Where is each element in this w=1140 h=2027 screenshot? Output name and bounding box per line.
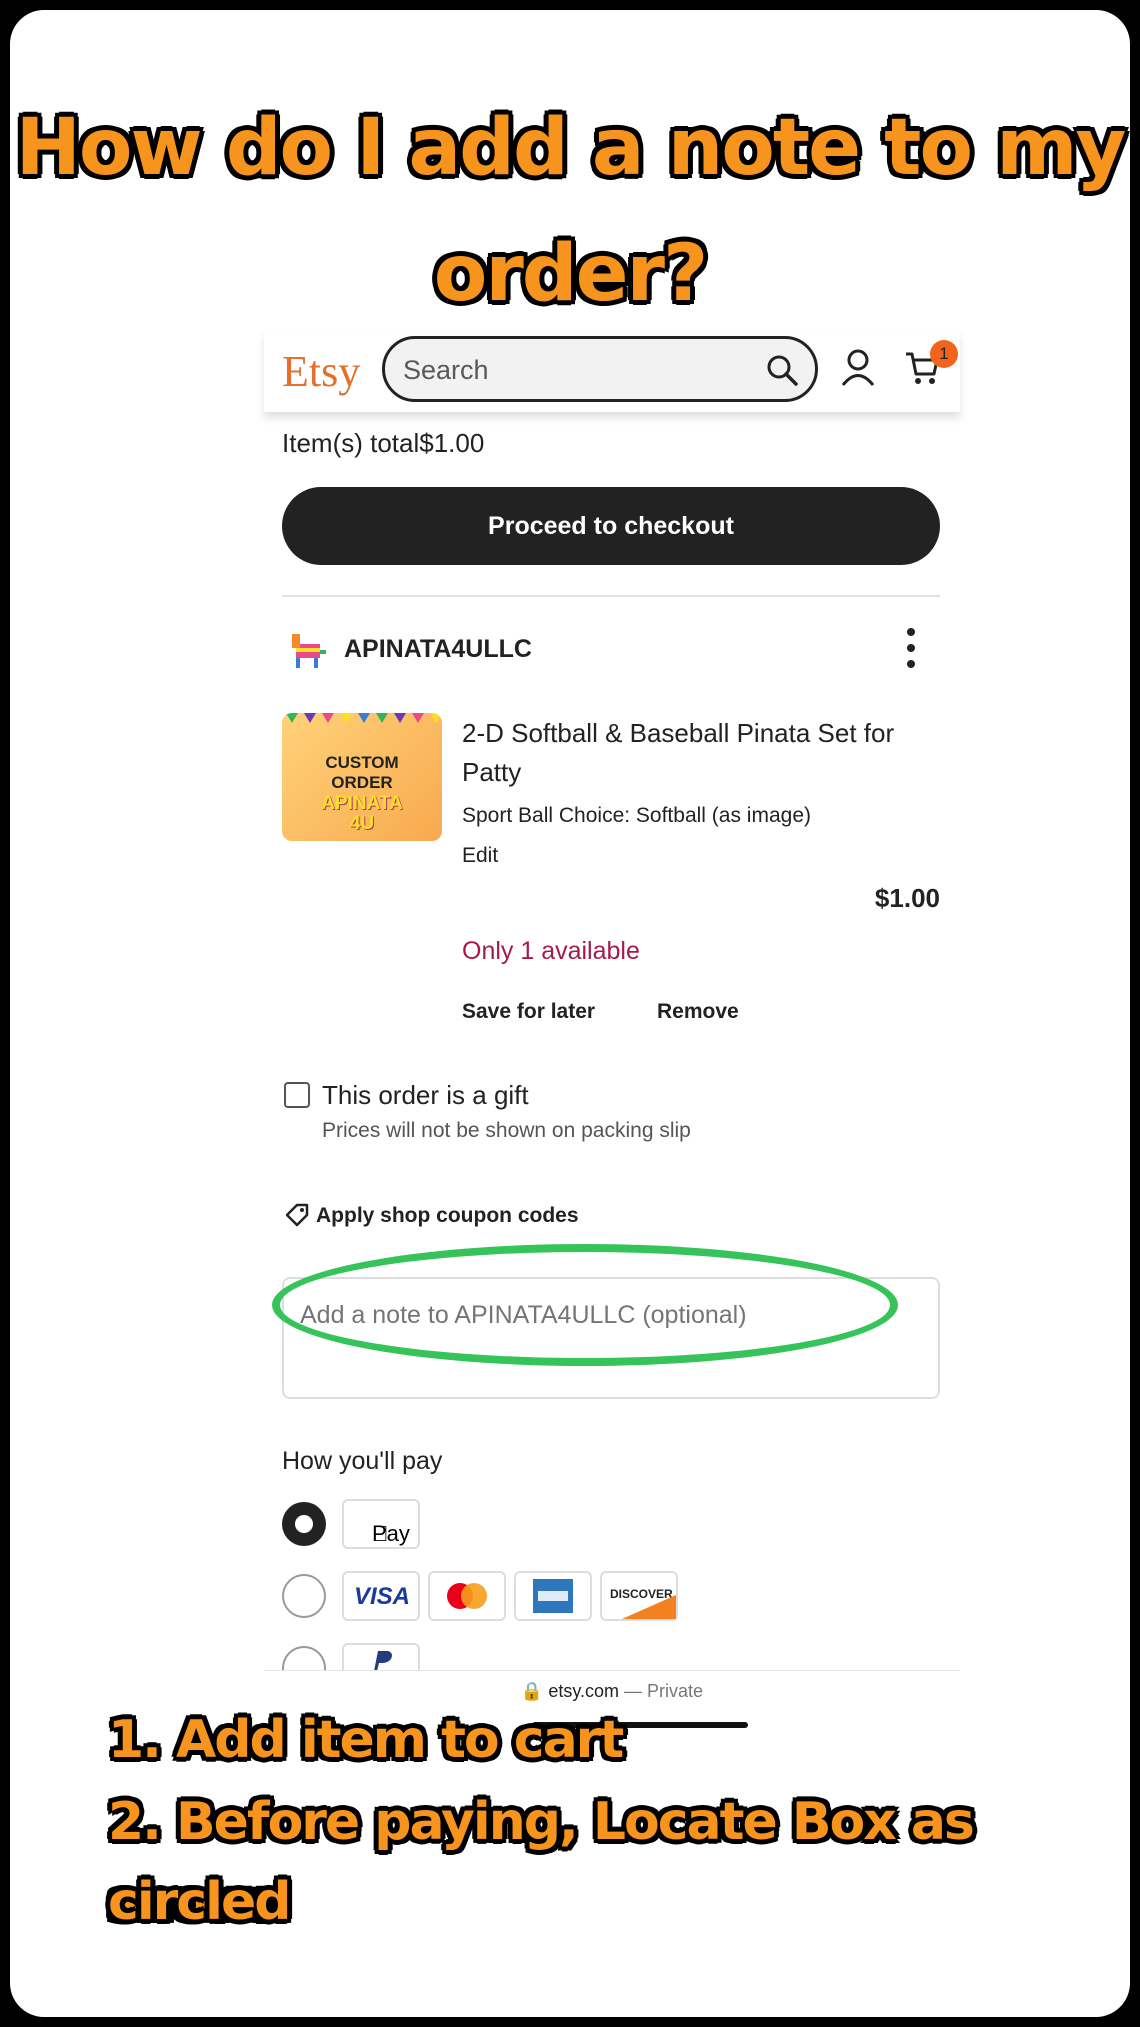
thumb-text: APINATA xyxy=(321,793,403,814)
discover-badge: DISCOVER xyxy=(600,1571,678,1621)
items-total: Item(s) total$1.00 xyxy=(282,428,484,459)
items-total-label: Item(s) total xyxy=(282,428,420,458)
visa-badge: VISA xyxy=(342,1571,420,1621)
item-price: $1.00 xyxy=(874,883,940,913)
item-thumbnail[interactable]: CUSTOM ORDER APINATA 4U xyxy=(282,713,442,841)
headline-line-2: order? xyxy=(433,229,709,319)
search-icon[interactable] xyxy=(765,353,799,387)
headline-line-1: How do I add a note to my xyxy=(15,103,1127,193)
divider xyxy=(282,595,940,597)
apple-pay-label: Pay xyxy=(372,1521,410,1546)
thumb-text: ORDER xyxy=(331,773,393,792)
etsy-logo[interactable]: Etsy xyxy=(282,346,360,397)
user-icon[interactable] xyxy=(840,348,876,388)
availability-note: Only 1 available xyxy=(462,937,640,965)
paypal-icon xyxy=(342,1643,420,1673)
apple-pay-radio[interactable] xyxy=(282,1502,326,1546)
step-2-cont: circled xyxy=(108,1872,291,1932)
edit-link[interactable]: Edit xyxy=(462,844,498,868)
url-privacy: — Private xyxy=(624,1681,704,1701)
gift-checkbox[interactable] xyxy=(284,1082,310,1108)
phone-screenshot: Etsy Search 1 Item(s) total$1.00 Proceed… xyxy=(264,290,960,1731)
cart-count-badge: 1 xyxy=(930,340,958,368)
url-domain: etsy.com xyxy=(548,1681,620,1701)
shop-name[interactable]: APINATA4ULLC xyxy=(344,635,532,664)
mastercard-icon xyxy=(428,1571,506,1621)
gift-sublabel: Prices will not be shown on packing slip xyxy=(322,1119,691,1142)
items-total-value: $1.00 xyxy=(419,428,485,458)
lock-icon: 🔒 xyxy=(520,1681,549,1701)
search-input[interactable]: Search xyxy=(403,355,489,386)
proceed-to-checkout-button[interactable]: Proceed to checkout xyxy=(282,487,940,565)
apple-pay-badge: Pay xyxy=(342,1499,420,1549)
apply-coupon-link[interactable]: Apply shop coupon codes xyxy=(316,1204,579,1228)
gift-label[interactable]: This order is a gift xyxy=(322,1080,529,1111)
visa-label: VISA xyxy=(354,1583,411,1610)
step-1: 1. Add item to cart xyxy=(108,1710,624,1770)
thumb-text: CUSTOM xyxy=(325,753,399,772)
search-bar[interactable]: Search xyxy=(382,336,818,402)
highlight-circle xyxy=(272,1244,898,1366)
thumb-text: 4U xyxy=(349,813,375,834)
more-options-icon[interactable] xyxy=(904,626,918,670)
amex-icon xyxy=(514,1571,592,1621)
remove-button[interactable]: Remove xyxy=(657,1000,739,1024)
shop-avatar[interactable] xyxy=(286,628,330,672)
item-title[interactable]: 2-D Softball & Baseball Pinata Set for P… xyxy=(462,714,942,792)
tag-icon xyxy=(285,1203,309,1227)
card-radio[interactable] xyxy=(282,1574,326,1618)
save-for-later-button[interactable]: Save for later xyxy=(462,1000,595,1024)
item-variation: Sport Ball Choice: Softball (as image) xyxy=(462,804,811,827)
bunting-decoration xyxy=(286,713,442,723)
etsy-header: Etsy Search 1 xyxy=(264,330,960,412)
payment-section-title: How you'll pay xyxy=(282,1447,443,1475)
instruction-card: How do I add a note to my order? Etsy Se… xyxy=(10,10,1130,2017)
